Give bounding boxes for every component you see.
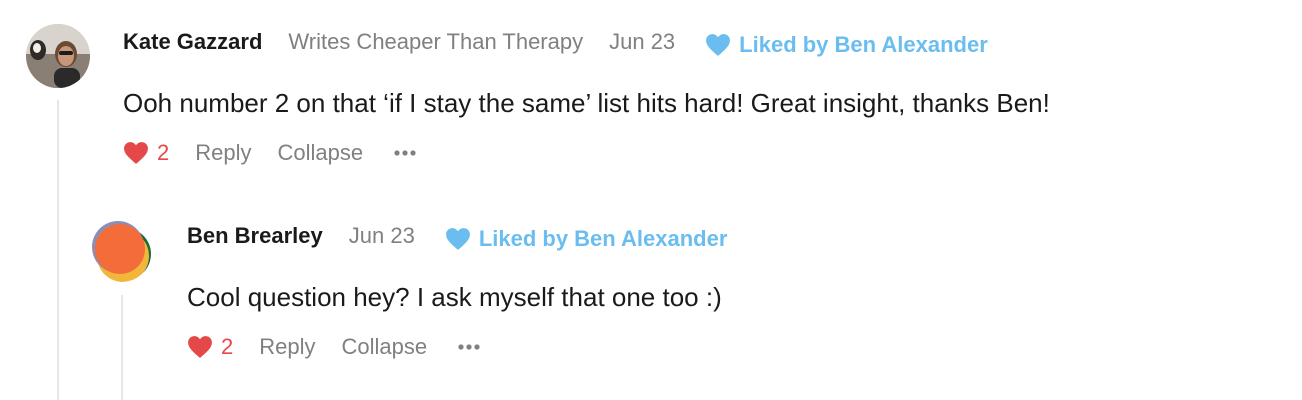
author-name[interactable]: Kate Gazzard [123, 29, 262, 55]
more-icon [458, 344, 480, 350]
comment-body: Cool question hey? I ask myself that one… [187, 282, 722, 312]
liked-by-label: Liked by Ben Alexander [478, 226, 728, 251]
publication-name[interactable]: Writes Cheaper Than Therapy [288, 29, 583, 55]
comment-date[interactable]: Jun 23 [349, 223, 415, 249]
heart-icon [445, 228, 470, 250]
comment-reply: Ben Brearley Jun 23 Liked by Ben Alexand… [187, 218, 1287, 362]
comment-actions: 2 Reply Collapse [123, 138, 1283, 168]
avatar[interactable] [26, 24, 90, 88]
comment-meta: Ben Brearley Jun 23 Liked by Ben Alexand… [187, 218, 1287, 254]
more-options-button[interactable] [393, 149, 417, 157]
thread-line [121, 295, 123, 400]
comment-meta: Kate Gazzard Writes Cheaper Than Therapy… [123, 24, 1283, 60]
like-button[interactable]: 2 [123, 140, 169, 166]
more-icon [394, 150, 416, 156]
like-count: 2 [221, 334, 234, 359]
more-options-button[interactable] [457, 343, 481, 351]
comment-date[interactable]: Jun 23 [609, 29, 675, 55]
like-count: 2 [157, 140, 170, 165]
thread-line [57, 100, 59, 400]
heart-icon [188, 336, 212, 358]
liked-by-badge: Liked by Ben Alexander [705, 26, 988, 58]
liked-by-label: Liked by Ben Alexander [739, 32, 988, 57]
avatar[interactable] [89, 218, 153, 282]
like-button[interactable]: 2 [187, 334, 233, 360]
comment-thread: Kate Gazzard Writes Cheaper Than Therapy… [0, 0, 1302, 400]
reply-button[interactable]: Reply [195, 140, 251, 166]
comment-body: Ooh number 2 on that ‘if I stay the same… [123, 88, 1050, 118]
collapse-button[interactable]: Collapse [278, 140, 364, 166]
avatar-photo [26, 24, 90, 88]
comment-actions: 2 Reply Collapse [187, 332, 1287, 362]
comment: Kate Gazzard Writes Cheaper Than Therapy… [123, 24, 1283, 168]
collapse-button[interactable]: Collapse [342, 334, 428, 360]
heart-icon [124, 142, 148, 164]
heart-icon [706, 34, 731, 56]
author-name[interactable]: Ben Brearley [187, 223, 323, 249]
liked-by-badge: Liked by Ben Alexander [445, 220, 728, 252]
reply-button[interactable]: Reply [259, 334, 315, 360]
avatar-logo [89, 218, 153, 282]
